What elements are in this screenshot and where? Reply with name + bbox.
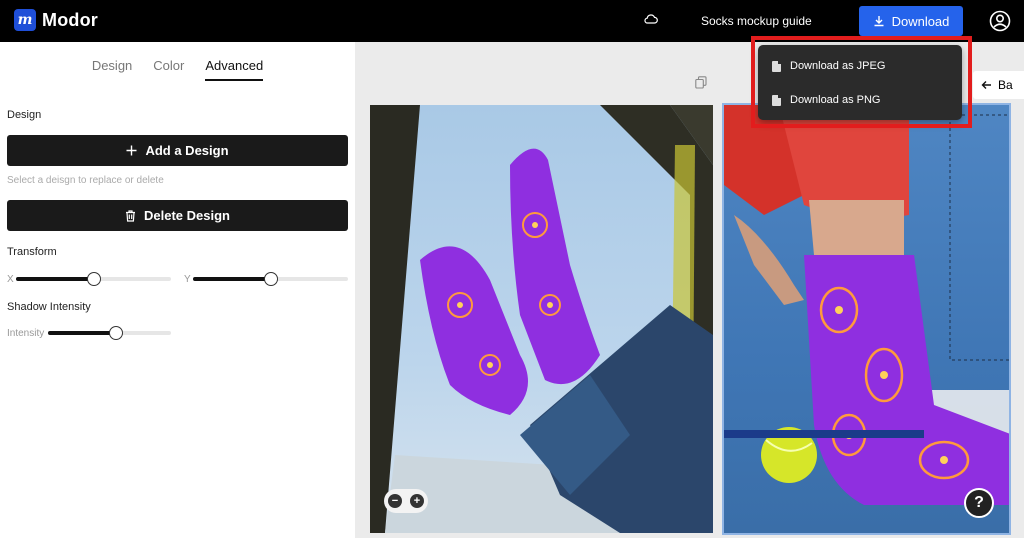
highlight-annotation-box <box>751 36 972 128</box>
user-account-icon[interactable] <box>989 10 1011 32</box>
add-design-button[interactable]: Add a Design <box>7 135 348 166</box>
help-button[interactable]: ? <box>964 488 994 518</box>
zoom-in-button[interactable]: + <box>410 494 424 508</box>
arrow-left-icon <box>981 81 991 89</box>
y-slider-label: Y <box>184 274 191 285</box>
add-design-label: Add a Design <box>145 143 229 158</box>
delete-design-button[interactable]: Delete Design <box>7 200 348 231</box>
back-button-label: Ba <box>998 78 1013 92</box>
download-button-label: Download <box>891 13 950 29</box>
x-slider-label: X <box>7 274 14 285</box>
tennis-sock-photo <box>724 105 1009 505</box>
intensity-slider-thumb[interactable] <box>109 326 123 340</box>
brand-mark-icon: m <box>14 9 36 31</box>
design-section-label: Design <box>7 109 42 121</box>
design-hint-text: Select a deisgn to replace or delete <box>7 175 164 186</box>
plus-icon <box>126 145 137 156</box>
delete-design-label: Delete Design <box>144 208 230 223</box>
zoom-controls: − + <box>384 489 428 513</box>
y-slider[interactable] <box>193 272 348 286</box>
panel-tabs: Design Color Advanced <box>0 58 355 81</box>
download-icon <box>874 16 884 27</box>
tab-design[interactable]: Design <box>92 58 132 81</box>
shadow-section-label: Shadow Intensity <box>7 301 91 313</box>
intensity-slider-label: Intensity <box>7 328 45 339</box>
transform-section-label: Transform <box>7 246 57 258</box>
intensity-slider[interactable] <box>48 326 171 340</box>
socks-mockup-guide-link[interactable]: Socks mockup guide <box>701 14 812 28</box>
tab-color[interactable]: Color <box>153 58 184 81</box>
y-slider-thumb[interactable] <box>264 272 278 286</box>
back-button[interactable]: Ba <box>973 71 1024 99</box>
x-slider-thumb[interactable] <box>87 272 101 286</box>
brand-name: Modor <box>42 9 98 30</box>
trash-icon <box>126 209 135 222</box>
mockup-preview-tennis[interactable]: ? <box>722 103 1011 535</box>
settings-panel: Design Color Advanced Design Add a Desig… <box>0 42 355 538</box>
tab-advanced[interactable]: Advanced <box>205 58 264 81</box>
brand-logo[interactable]: m Modor <box>14 9 98 31</box>
copy-icon[interactable] <box>695 76 707 89</box>
zoom-out-button[interactable]: − <box>388 494 402 508</box>
x-slider[interactable] <box>16 272 171 286</box>
download-button[interactable]: Download <box>859 6 963 36</box>
mockup-preview-car[interactable]: − + <box>370 105 713 533</box>
cloud-icon[interactable] <box>644 13 658 25</box>
car-window-sock-photo <box>370 105 713 533</box>
